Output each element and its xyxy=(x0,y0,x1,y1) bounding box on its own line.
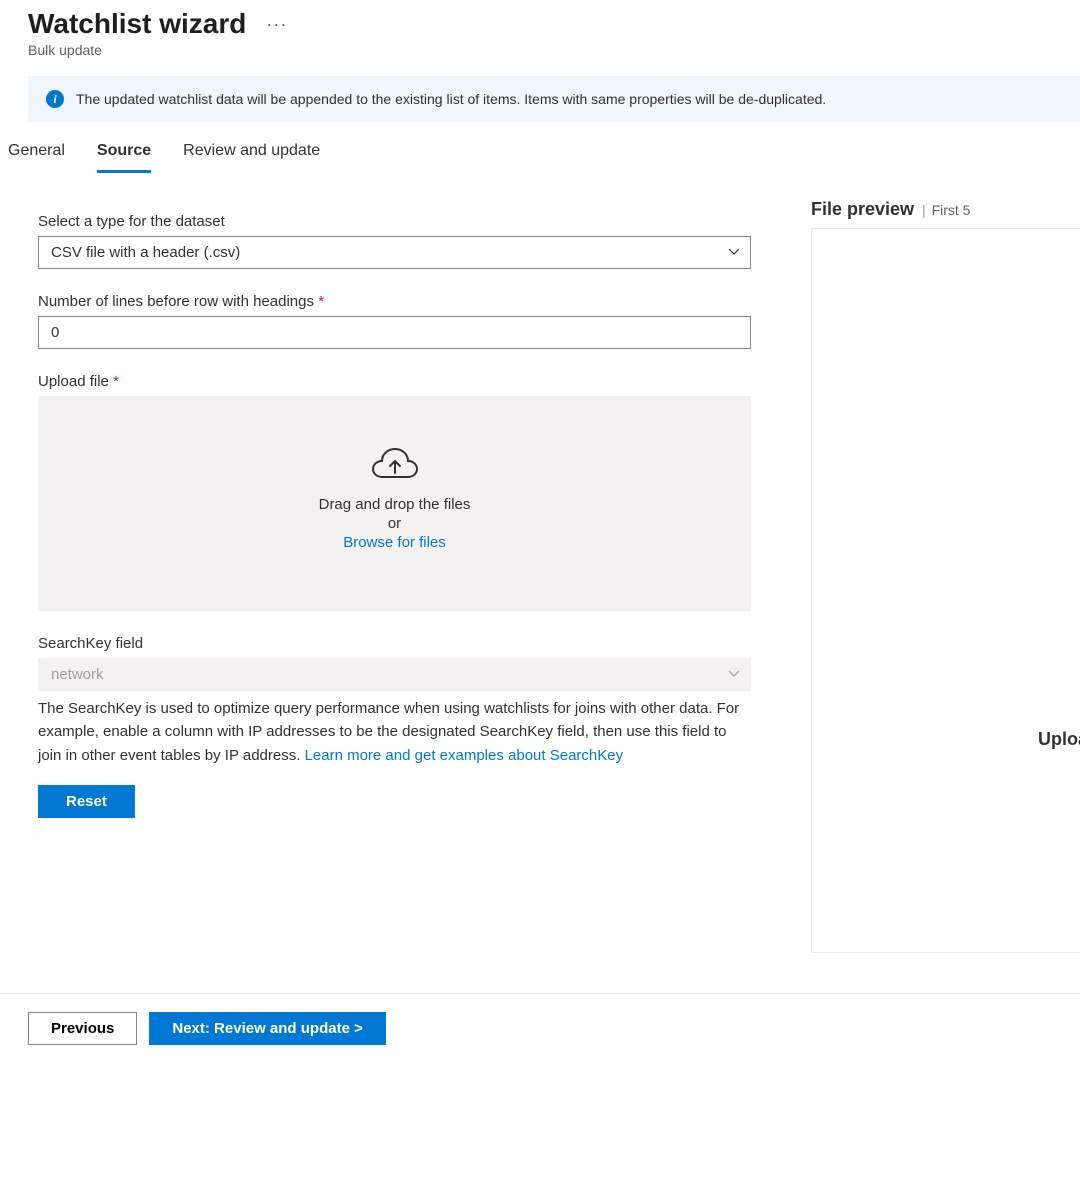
file-preview-box: Uploa xyxy=(811,228,1080,953)
dataset-type-select[interactable]: CSV file with a header (.csv) xyxy=(38,236,751,269)
next-button[interactable]: Next: Review and update > xyxy=(149,1012,385,1045)
info-banner: i The updated watchlist data will be app… xyxy=(28,76,1080,122)
more-actions-icon[interactable]: ··· xyxy=(266,14,287,35)
info-banner-text: The updated watchlist data will be appen… xyxy=(76,91,826,107)
reset-button[interactable]: Reset xyxy=(38,785,135,818)
searchkey-value: network xyxy=(38,658,751,691)
footer-actions: Previous Next: Review and update > xyxy=(0,993,1080,1073)
required-marker: * xyxy=(113,373,119,390)
searchkey-label: SearchKey field xyxy=(38,635,751,652)
lines-before-input[interactable] xyxy=(38,316,751,349)
file-preview-title: File preview xyxy=(811,199,914,220)
page-title: Watchlist wizard xyxy=(28,8,246,40)
browse-files-link[interactable]: Browse for files xyxy=(343,534,446,551)
lines-before-label: Number of lines before row with headings… xyxy=(38,293,751,310)
previous-button[interactable]: Previous xyxy=(28,1012,137,1045)
tab-source[interactable]: Source xyxy=(97,134,151,173)
upload-file-label: Upload file * xyxy=(38,373,751,390)
file-preview-subtitle: First 5 xyxy=(922,202,970,218)
searchkey-learn-more-link[interactable]: Learn more and get examples about Search… xyxy=(305,747,624,764)
upload-dropzone[interactable]: Drag and drop the files or Browse for fi… xyxy=(38,396,751,611)
dataset-type-label: Select a type for the dataset xyxy=(38,213,751,230)
searchkey-select: network xyxy=(38,658,751,691)
upload-file-label-text: Upload file xyxy=(38,373,109,390)
tab-review[interactable]: Review and update xyxy=(183,134,320,173)
lines-before-label-text: Number of lines before row with headings xyxy=(38,293,314,310)
tab-general[interactable]: General xyxy=(8,134,65,173)
dataset-type-value: CSV file with a header (.csv) xyxy=(38,236,751,269)
required-marker: * xyxy=(318,293,324,310)
searchkey-help: The SearchKey is used to optimize query … xyxy=(38,697,751,767)
file-preview-placeholder: Uploa xyxy=(1038,729,1080,750)
cloud-upload-icon xyxy=(58,446,731,486)
upload-or-text: or xyxy=(58,515,731,532)
upload-drag-text: Drag and drop the files xyxy=(58,496,731,513)
info-icon: i xyxy=(46,90,64,108)
page-subtitle: Bulk update xyxy=(28,42,1080,58)
tabs: General Source Review and update xyxy=(8,134,1080,173)
